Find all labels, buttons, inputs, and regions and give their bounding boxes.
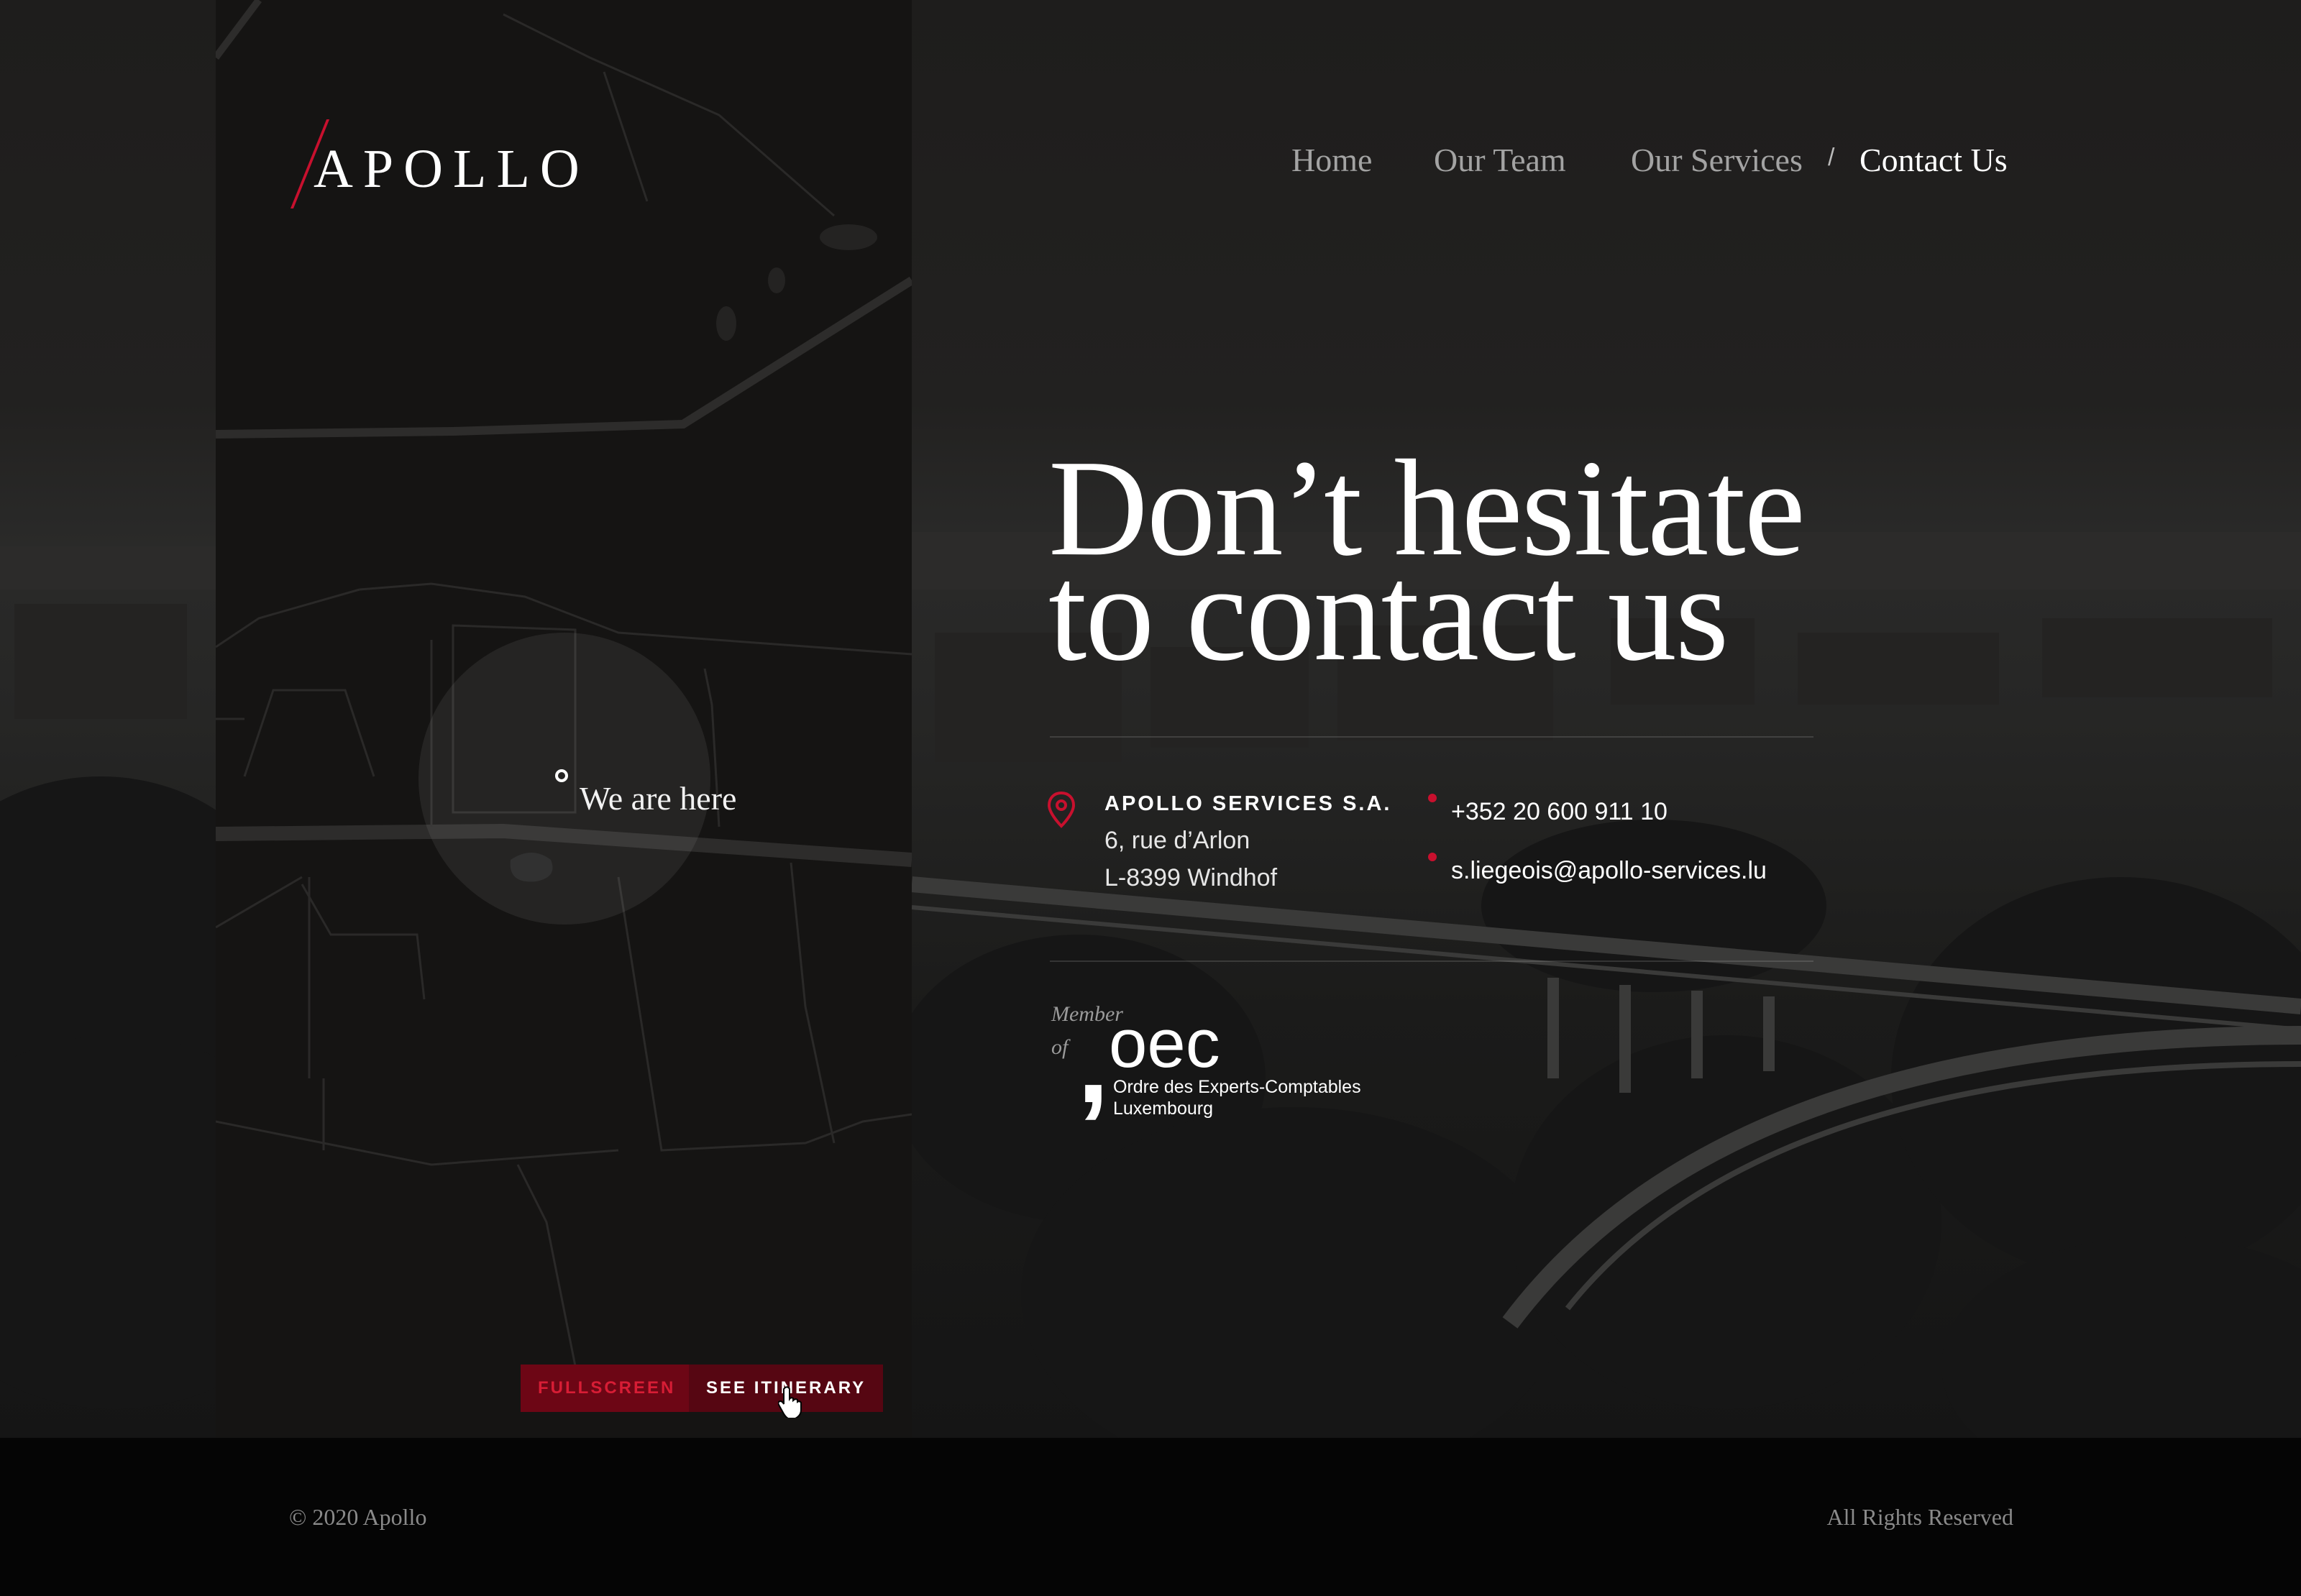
member-of-label: of: [1051, 1035, 1069, 1059]
nav-separator: /: [1828, 144, 1835, 171]
nav-item-our-team[interactable]: Our Team: [1434, 141, 1566, 184]
oec-org-name: Ordre des Experts-Comptables: [1113, 1077, 1361, 1097]
address-city: L-8399 Windhof: [1104, 864, 1278, 891]
phone-link[interactable]: +352 20 600 911 10: [1451, 798, 1668, 826]
nav-item-our-services[interactable]: Our Services: [1631, 141, 1803, 184]
company-name: APOLLO SERVICES S.A.: [1104, 792, 1392, 815]
nav-home-label[interactable]: Home: [1291, 142, 1372, 178]
oec-org-country: Luxembourg: [1113, 1099, 1213, 1119]
fullscreen-button[interactable]: FULLSCREEN: [521, 1365, 693, 1412]
hand-pointer-icon: [778, 1386, 802, 1418]
oec-logo-comma: ,: [1077, 998, 1110, 1127]
map-marker-label: We are here: [580, 780, 737, 817]
location-marker-icon[interactable]: [555, 769, 568, 782]
email-link[interactable]: s.liegeois@apollo-services.lu: [1451, 857, 1767, 885]
footer-copyright: © 2020 Apollo: [289, 1504, 427, 1530]
nav-our-services-label[interactable]: Our Services: [1631, 142, 1803, 178]
divider-bottom: [1050, 960, 1813, 962]
page-title: Don’t hesitate to contact us: [1048, 439, 1911, 682]
phone-bullet: [1428, 794, 1437, 802]
address-street: 6, rue d’Arlon: [1104, 827, 1250, 854]
apollo-logo[interactable]: APOLLO: [285, 119, 580, 213]
nav-contact-us-label[interactable]: Contact Us: [1859, 142, 2008, 178]
nav-item-contact-us[interactable]: Contact Us: [1859, 141, 2008, 184]
footer-rights: All Rights Reserved: [1826, 1504, 2013, 1530]
nav-our-team-label[interactable]: Our Team: [1434, 142, 1566, 178]
location-pin-icon: [1047, 791, 1076, 828]
oec-logo-text: oec: [1109, 1005, 1220, 1082]
email-bullet: [1428, 853, 1437, 861]
nav-item-home[interactable]: Home: [1291, 141, 1372, 184]
location-map[interactable]: We are here FULLSCREEN SEE ITINERARY: [216, 0, 912, 1438]
divider-top: [1050, 736, 1813, 738]
logo-text: APOLLO: [314, 139, 590, 199]
